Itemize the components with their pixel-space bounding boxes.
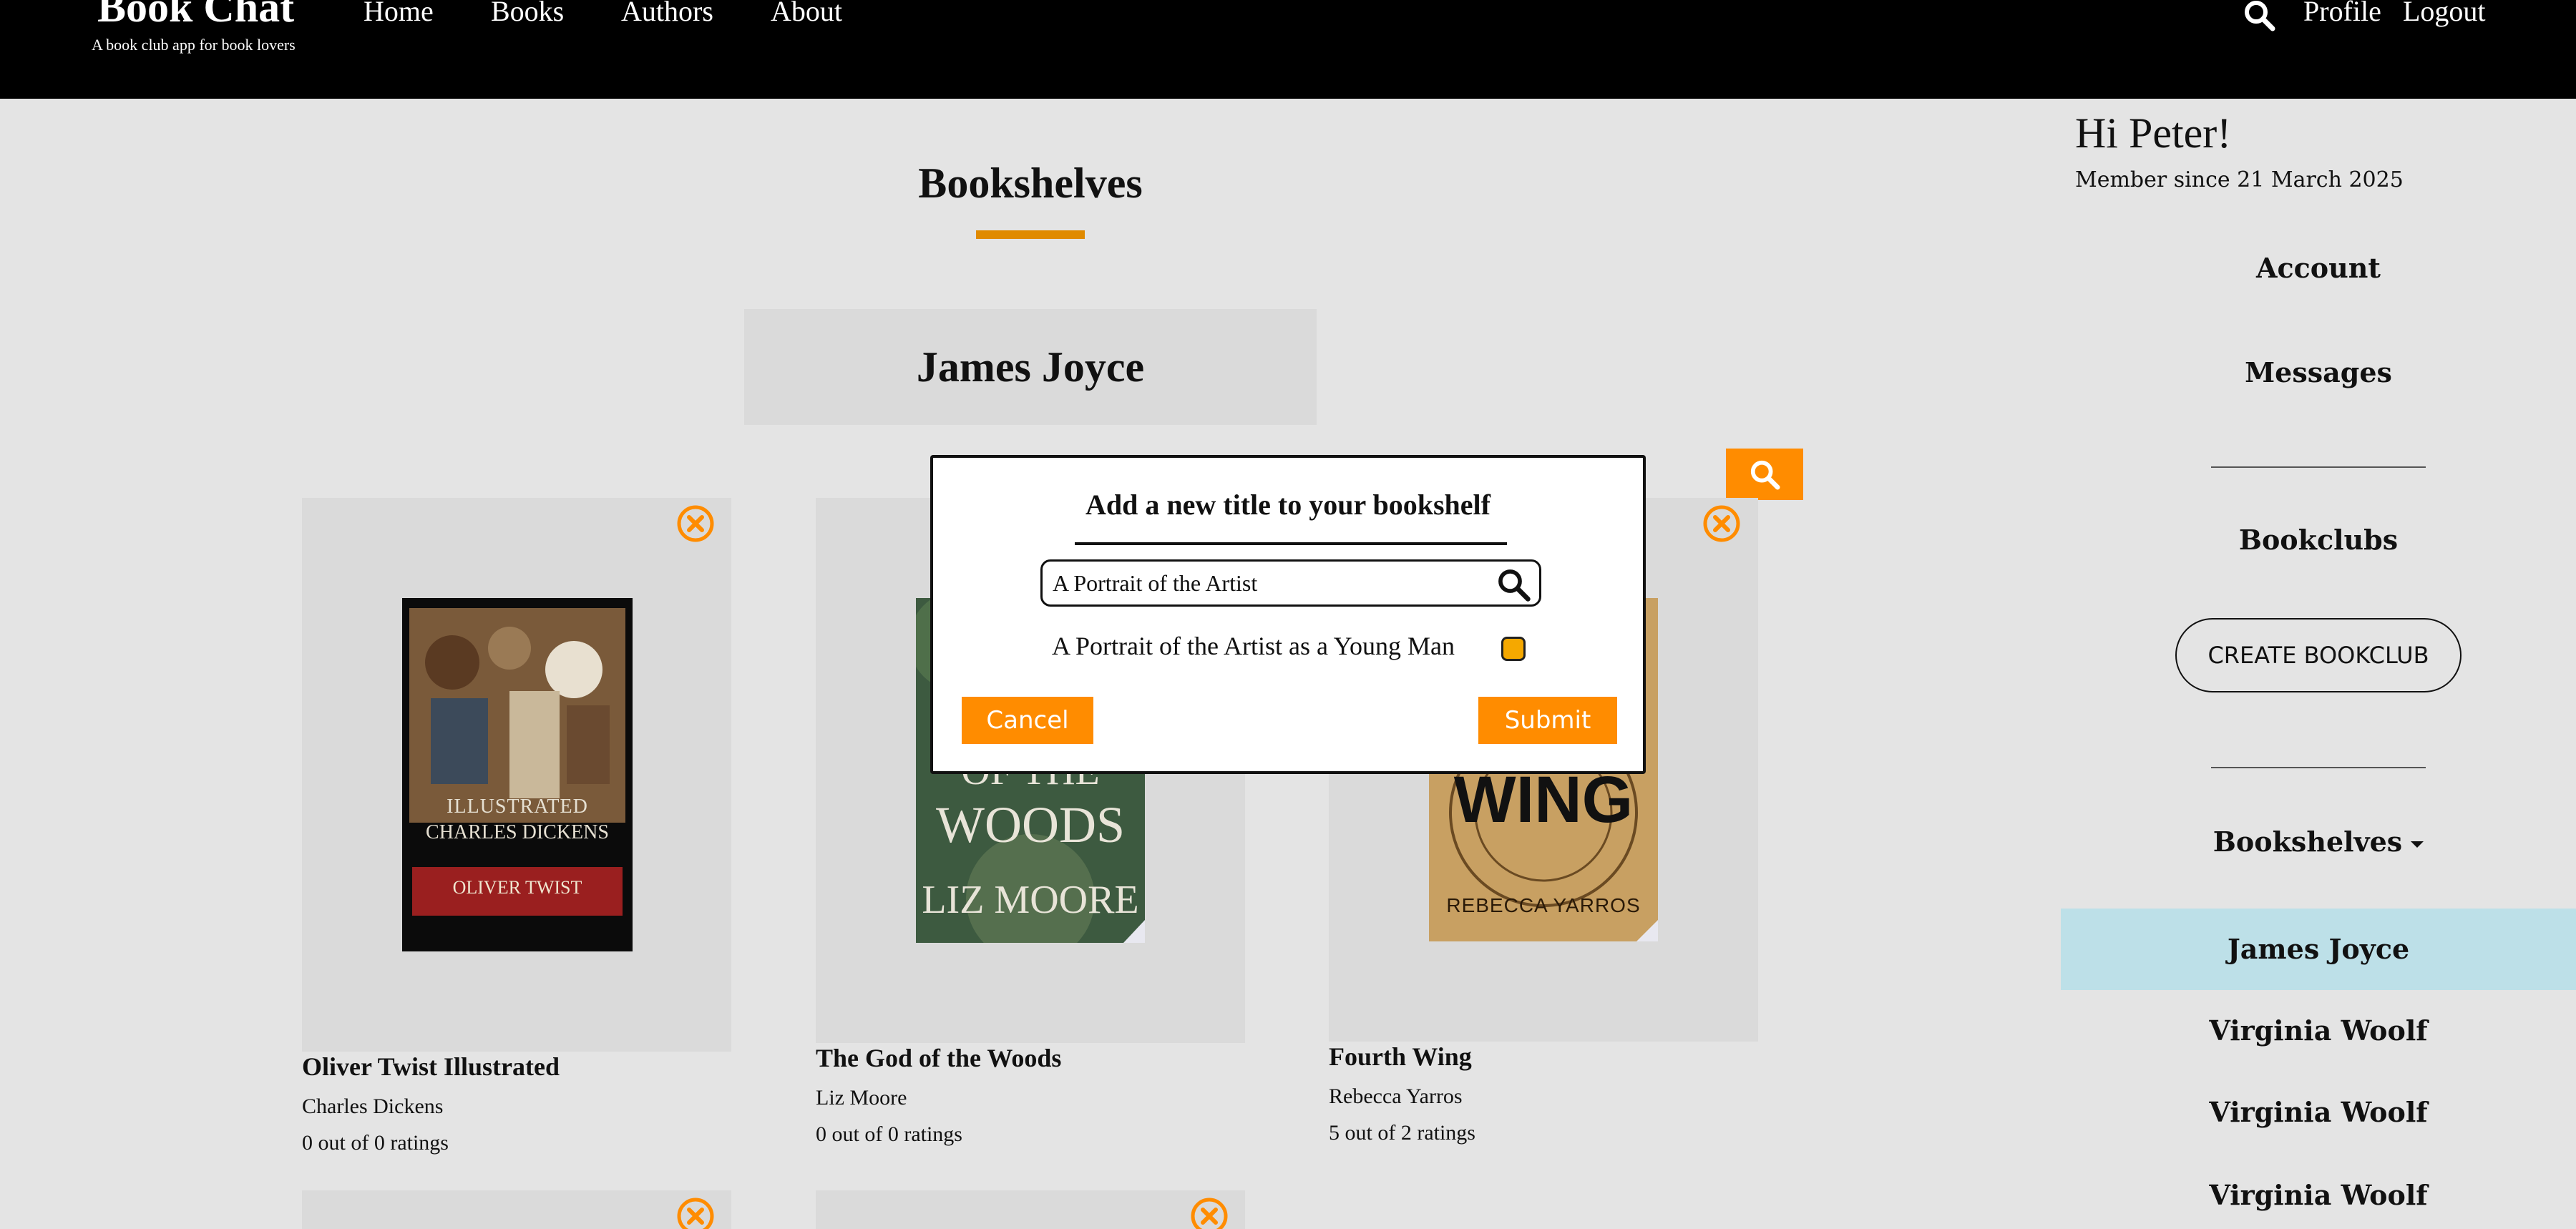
book-rating: 0 out of 0 ratings: [302, 1131, 449, 1155]
add-title-modal: Add a new title to your bookshelf A Port…: [930, 455, 1646, 774]
page-title: Bookshelves: [918, 160, 1143, 207]
nav-link-books[interactable]: Books: [491, 0, 564, 27]
sidebar-shelf-virginia-woolf[interactable]: Virginia Woolf: [2061, 1014, 2576, 1047]
cover-text: REBECCA YARROS: [1446, 894, 1641, 916]
book-card[interactable]: [302, 1190, 731, 1229]
sidebar-shelf-james-joyce[interactable]: James Joyce: [2061, 909, 2576, 990]
title-search-box: [1040, 559, 1541, 607]
caret-down-icon: [2411, 841, 2424, 848]
title-search-input[interactable]: [1053, 567, 1482, 599]
shelf-label: James Joyce: [2227, 933, 2410, 965]
book-cover[interactable]: ILLUSTRATED CHARLES DICKENS OLIVER TWIST: [402, 598, 633, 951]
submit-label: Submit: [1504, 706, 1591, 735]
submit-button[interactable]: Submit: [1478, 697, 1617, 744]
close-circle-icon: [1191, 1198, 1228, 1229]
book-card[interactable]: [816, 1190, 1245, 1229]
cover-text: CHARLES DICKENS: [426, 821, 609, 843]
cover-text: OLIVER TWIST: [452, 877, 582, 898]
remove-book-button[interactable]: [675, 504, 716, 544]
cancel-label: Cancel: [986, 706, 1069, 735]
cancel-button[interactable]: Cancel: [962, 697, 1093, 744]
book-rating: 0 out of 0 ratings: [816, 1122, 962, 1146]
member-since: Member since 21 March 2025: [2075, 167, 2404, 192]
create-bookclub-label: CREATE BOOKCLUB: [2207, 642, 2429, 669]
nav-link-authors[interactable]: Authors: [621, 0, 713, 27]
book-rating: 5 out of 2 ratings: [1329, 1121, 1475, 1145]
sidebar-divider: [2211, 767, 2426, 768]
cover-text: LIZ MOORE: [922, 878, 1139, 922]
nav-link-profile[interactable]: Profile: [2303, 0, 2381, 27]
create-bookclub-button[interactable]: CREATE BOOKCLUB: [2175, 618, 2462, 692]
remove-book-button[interactable]: [1189, 1196, 1229, 1229]
nav-link-about[interactable]: About: [771, 0, 842, 27]
brand-title[interactable]: Book Chat: [92, 0, 296, 33]
search-shelf-button[interactable]: [1726, 449, 1803, 500]
close-circle-icon: [677, 505, 714, 542]
book-title[interactable]: Oliver Twist Illustrated: [302, 1052, 560, 1082]
top-navbar: Book Chat A book club app for book lover…: [0, 0, 2576, 99]
remove-book-button[interactable]: [675, 1196, 716, 1229]
shelf-header: James Joyce: [744, 309, 1317, 425]
sidebar-link-messages[interactable]: Messages: [2061, 356, 2576, 388]
search-icon: [1750, 460, 1780, 490]
close-circle-icon: [677, 1198, 714, 1229]
modal-title-underline: [1075, 542, 1507, 545]
shelf-name: James Joyce: [916, 343, 1145, 391]
close-circle-icon: [1703, 505, 1740, 542]
modal-title: Add a new title to your bookshelf: [1085, 489, 1491, 521]
search-icon[interactable]: [1495, 566, 1532, 603]
sidebar-shelf-virginia-woolf[interactable]: Virginia Woolf: [2061, 1179, 2576, 1211]
bookshelves-dropdown[interactable]: Bookshelves: [2061, 826, 2576, 858]
bookshelves-label: Bookshelves: [2212, 826, 2403, 858]
book-title[interactable]: The God of the Woods: [816, 1043, 1061, 1073]
brand[interactable]: Book Chat A book club app for book lover…: [92, 0, 296, 54]
result-checkbox[interactable]: [1501, 637, 1526, 661]
greeting: Hi Peter!: [2075, 109, 2232, 157]
nav-link-logout[interactable]: Logout: [2403, 0, 2486, 27]
title-underline: [976, 230, 1085, 239]
sidebar-shelf-virginia-woolf[interactable]: Virginia Woolf: [2061, 1096, 2576, 1128]
sidebar-link-bookclubs[interactable]: Bookclubs: [2061, 524, 2576, 556]
search-icon[interactable]: [2243, 0, 2275, 31]
cover-text: WOODS: [936, 796, 1125, 853]
cover-text: ILLUSTRATED: [447, 795, 588, 818]
sidebar-link-account[interactable]: Account: [2061, 252, 2576, 284]
brand-tagline: A book club app for book lovers: [92, 36, 296, 54]
sidebar-divider: [2211, 466, 2426, 468]
remove-book-button[interactable]: [1702, 504, 1742, 544]
search-result-title: A Portrait of the Artist as a Young Man: [1052, 632, 1455, 660]
book-author[interactable]: Liz Moore: [816, 1086, 907, 1110]
book-author[interactable]: Charles Dickens: [302, 1095, 443, 1119]
book-title[interactable]: Fourth Wing: [1329, 1042, 1472, 1072]
book-author[interactable]: Rebecca Yarros: [1329, 1084, 1463, 1109]
nav-link-home[interactable]: Home: [364, 0, 434, 27]
